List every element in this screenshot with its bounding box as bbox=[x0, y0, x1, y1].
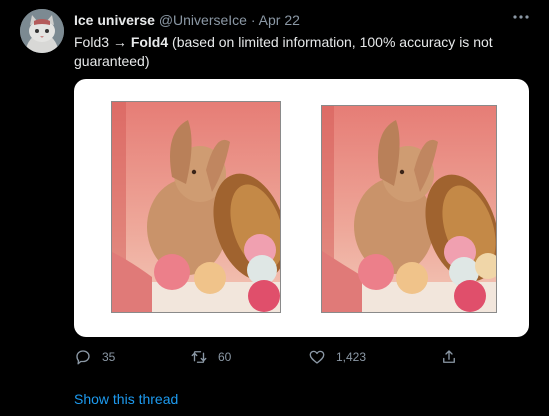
like-count: 1,423 bbox=[336, 350, 367, 364]
fold3-wallpaper-image[interactable] bbox=[111, 101, 281, 313]
share-button[interactable] bbox=[440, 346, 468, 368]
retweet-icon bbox=[191, 351, 207, 363]
reply-count: 35 bbox=[102, 350, 116, 364]
tweet-to: Fold4 bbox=[130, 34, 169, 50]
show-thread-link[interactable]: Show this thread bbox=[74, 391, 178, 407]
tweet-arrow: → bbox=[112, 34, 127, 50]
fold4-wallpaper-image[interactable] bbox=[321, 105, 497, 313]
retweet-count: 60 bbox=[218, 350, 232, 364]
retweet-button[interactable]: 60 bbox=[190, 346, 231, 368]
tweet-date[interactable]: Apr 22 bbox=[259, 12, 300, 28]
author-name[interactable]: Ice universe bbox=[74, 12, 155, 28]
more-icon[interactable] bbox=[511, 9, 531, 25]
like-icon bbox=[309, 350, 325, 364]
avatar[interactable] bbox=[20, 9, 64, 53]
reply-icon bbox=[76, 350, 90, 365]
tweet-text: Fold3 → Fold4 (based on limited informat… bbox=[74, 33, 514, 71]
cat-avatar-icon bbox=[20, 9, 64, 53]
tweet-actions: 35 60 1,423 bbox=[74, 346, 464, 368]
reply-button[interactable]: 35 bbox=[74, 346, 115, 368]
like-button[interactable]: 1,423 bbox=[308, 346, 366, 368]
tweet-media[interactable] bbox=[74, 79, 529, 337]
author-handle[interactable]: @UniverseIce bbox=[159, 12, 247, 28]
tweet-from: Fold3 bbox=[74, 34, 110, 50]
tweet: Ice universe @UniverseIce · Apr 22 Fold3… bbox=[0, 0, 549, 416]
tweet-header: Ice universe @UniverseIce · Apr 22 bbox=[74, 12, 300, 28]
dot-separator: · bbox=[250, 12, 256, 28]
share-icon bbox=[443, 350, 455, 363]
